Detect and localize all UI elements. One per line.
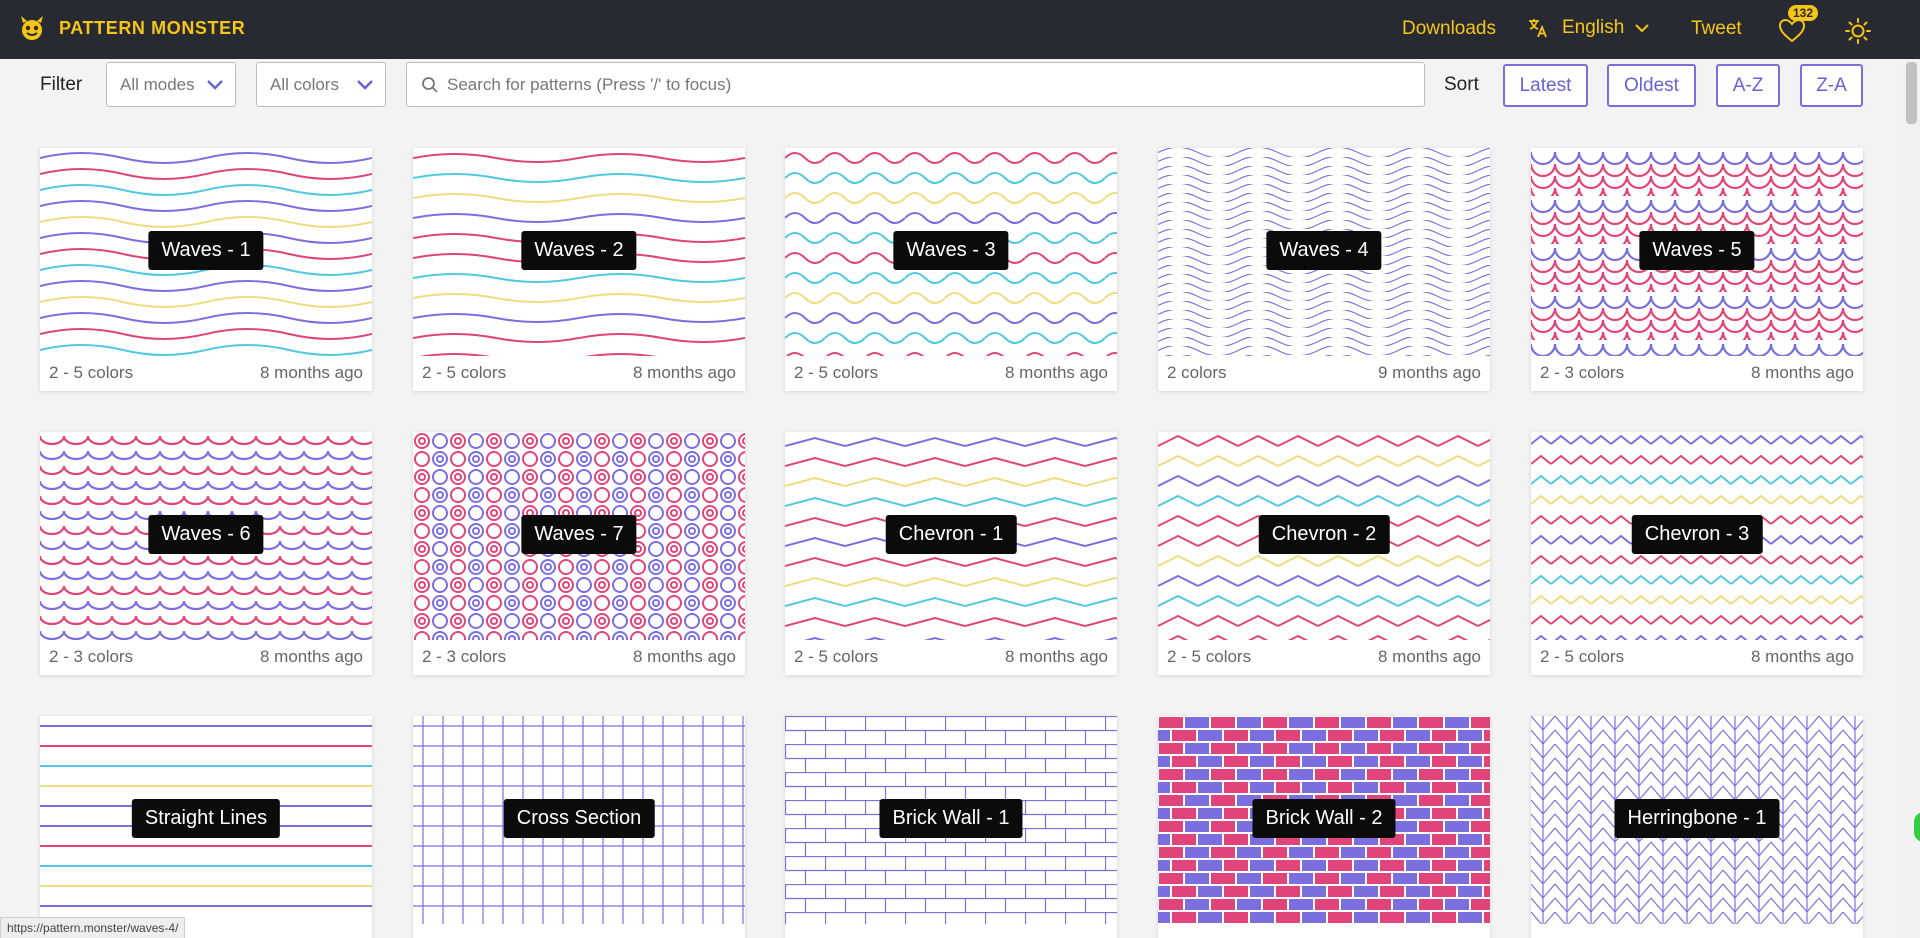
pattern-colors: 2 - 5 colors bbox=[794, 363, 879, 382]
pattern-colors: 2 - 5 colors bbox=[1540, 647, 1625, 666]
search-input[interactable] bbox=[447, 63, 1407, 106]
pattern-title: Brick Wall - 1 bbox=[879, 799, 1023, 838]
pattern-title: Brick Wall - 2 bbox=[1252, 799, 1396, 838]
pattern-colors: 2 colors bbox=[1167, 363, 1227, 382]
pattern-colors: 2 - 5 colors bbox=[422, 363, 507, 382]
translate-icon bbox=[1529, 19, 1547, 38]
filter-label: Filter bbox=[40, 74, 83, 95]
page-scrollbar[interactable] bbox=[1903, 59, 1920, 938]
sort-latest-button[interactable]: Latest bbox=[1503, 64, 1588, 107]
pattern-card[interactable]: Chevron - 3 2 - 5 colors 8 months ago bbox=[1531, 432, 1863, 675]
pattern-age: 8 months ago bbox=[259, 647, 363, 666]
pattern-title: Waves - 6 bbox=[148, 515, 264, 554]
modes-dropdown[interactable]: All modes bbox=[106, 62, 236, 107]
tweet-link[interactable]: Tweet bbox=[1691, 18, 1742, 40]
pattern-title: Cross Section bbox=[503, 799, 655, 838]
pattern-card[interactable]: Waves - 6 2 - 3 colors 8 months ago bbox=[40, 432, 372, 675]
pattern-card[interactable]: Brick Wall - 1 bbox=[785, 716, 1117, 938]
pattern-colors: 2 - 5 colors bbox=[49, 363, 134, 382]
likes-count-badge: 132 bbox=[1788, 5, 1819, 21]
chevron-down-icon bbox=[357, 80, 373, 90]
pattern-card[interactable]: Waves - 4 2 colors 9 months ago bbox=[1158, 148, 1490, 391]
pattern-colors: 2 - 3 colors bbox=[49, 647, 134, 666]
feedback-widget[interactable] bbox=[1914, 812, 1920, 842]
pattern-colors: 2 - 5 colors bbox=[1167, 647, 1252, 666]
pattern-age: 8 months ago bbox=[1750, 363, 1854, 382]
pattern-card[interactable]: Waves - 1 2 - 5 colors 8 months ago bbox=[40, 148, 372, 391]
pattern-title: Waves - 2 bbox=[521, 231, 637, 270]
pattern-card[interactable]: Chevron - 1 2 - 5 colors 8 months ago bbox=[785, 432, 1117, 675]
pattern-age: 8 months ago bbox=[1750, 647, 1854, 666]
pattern-colors: 2 - 3 colors bbox=[422, 647, 507, 666]
pattern-title: Chevron - 2 bbox=[1258, 515, 1390, 554]
pattern-title: Herringbone - 1 bbox=[1614, 799, 1780, 838]
pattern-card[interactable]: Straight Lines bbox=[40, 716, 372, 938]
pattern-age: 8 months ago bbox=[1377, 647, 1481, 666]
pattern-card[interactable]: Waves - 5 2 - 3 colors 8 months ago bbox=[1531, 148, 1863, 391]
monster-logo-icon bbox=[21, 16, 43, 40]
pattern-age: 8 months ago bbox=[632, 363, 736, 382]
downloads-link[interactable]: Downloads bbox=[1402, 18, 1496, 40]
pattern-title: Waves - 3 bbox=[893, 231, 1009, 270]
pattern-colors: 2 - 5 colors bbox=[794, 647, 879, 666]
pattern-title: Chevron - 3 bbox=[1631, 515, 1763, 554]
sun-icon[interactable] bbox=[1844, 17, 1872, 45]
brand-link[interactable]: PATTERN MONSTER bbox=[18, 14, 245, 42]
pattern-age: 8 months ago bbox=[1004, 363, 1108, 382]
pattern-card[interactable]: Waves - 3 2 - 5 colors 8 months ago bbox=[785, 148, 1117, 391]
pattern-card[interactable]: Herringbone - 1 bbox=[1531, 716, 1863, 938]
colors-dropdown-value: All colors bbox=[270, 74, 339, 94]
brand-name: PATTERN MONSTER bbox=[59, 17, 246, 38]
sort-oldest-button[interactable]: Oldest bbox=[1607, 64, 1696, 107]
modes-dropdown-value: All modes bbox=[120, 74, 195, 94]
pattern-colors: 2 - 3 colors bbox=[1540, 363, 1625, 382]
pattern-card[interactable]: Cross Section bbox=[413, 716, 745, 938]
pattern-age: 8 months ago bbox=[259, 363, 363, 382]
pattern-age: 8 months ago bbox=[1004, 647, 1108, 666]
sort-a-z-button[interactable]: A-Z bbox=[1716, 64, 1780, 107]
pattern-age: 8 months ago bbox=[632, 647, 736, 666]
pattern-title: Waves - 1 bbox=[148, 231, 264, 270]
pattern-title: Waves - 4 bbox=[1266, 231, 1382, 270]
language-selector[interactable]: English bbox=[1526, 16, 1650, 40]
chevron-down-icon bbox=[207, 80, 223, 90]
chevron-down-icon bbox=[1635, 24, 1650, 33]
pattern-title: Waves - 7 bbox=[521, 515, 637, 554]
status-bar-url: https://pattern.monster/waves-4/ bbox=[0, 917, 186, 938]
colors-dropdown[interactable]: All colors bbox=[256, 62, 386, 107]
pattern-card[interactable]: Chevron - 2 2 - 5 colors 8 months ago bbox=[1158, 432, 1490, 675]
language-label: English bbox=[1562, 17, 1625, 38]
sort-z-a-button[interactable]: Z-A bbox=[1800, 64, 1863, 107]
scrollbar-thumb[interactable] bbox=[1906, 62, 1917, 124]
pattern-age: 9 months ago bbox=[1377, 363, 1481, 382]
pattern-title: Straight Lines bbox=[131, 799, 281, 838]
top-navigation-bar: PATTERN MONSTER Downloads English Tweet … bbox=[0, 0, 1920, 59]
search-icon bbox=[422, 77, 438, 93]
pattern-card[interactable]: Waves - 7 2 - 3 colors 8 months ago bbox=[413, 432, 745, 675]
pattern-card[interactable]: Waves - 2 2 - 5 colors 8 months ago bbox=[413, 148, 745, 391]
search-box[interactable] bbox=[406, 62, 1425, 107]
pattern-title: Chevron - 1 bbox=[885, 515, 1017, 554]
pattern-title: Waves - 5 bbox=[1639, 231, 1755, 270]
pattern-card[interactable]: Brick Wall - 2 bbox=[1158, 716, 1490, 938]
sort-label: Sort bbox=[1444, 74, 1479, 95]
